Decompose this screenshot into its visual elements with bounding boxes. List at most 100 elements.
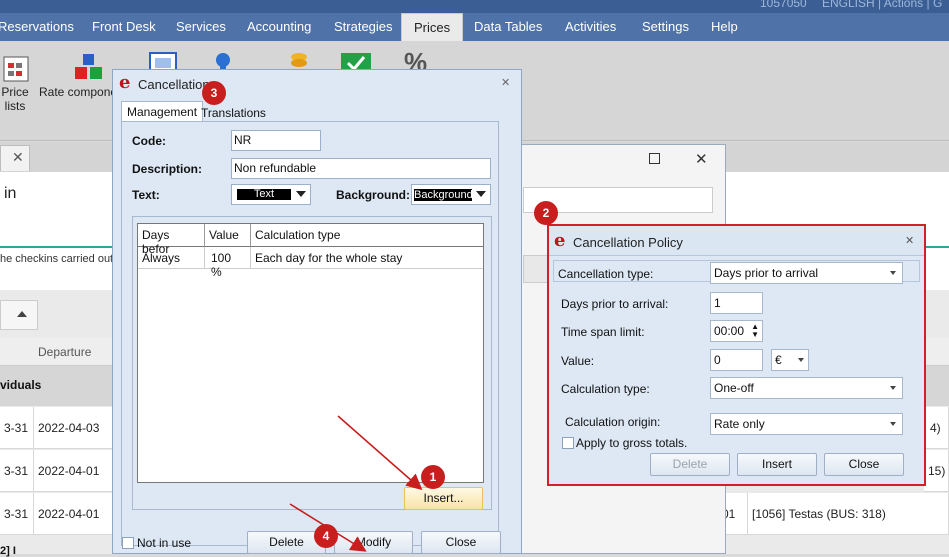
text-color-picker[interactable]: Text xyxy=(231,184,311,205)
menu-reservations[interactable]: Reservations xyxy=(0,13,76,41)
policy-delete-button[interactable]: Delete xyxy=(650,453,730,476)
chevron-down-icon xyxy=(890,422,896,426)
text-color-swatch: Text xyxy=(237,189,291,200)
table-row-arrival[interactable]: 3-31 xyxy=(0,450,34,492)
policy-dialog-title: Cancellation Policy xyxy=(573,235,683,250)
not-in-use-label: Not in use xyxy=(137,536,192,550)
value-field[interactable]: 0 xyxy=(710,349,763,371)
tab-management[interactable]: Management xyxy=(121,101,204,122)
grid-cell-value[interactable]: 100 % xyxy=(205,247,251,279)
table-row-right[interactable]: 4) xyxy=(926,407,949,449)
grid-cell-days[interactable]: Always xyxy=(138,247,205,269)
bottom-left-text: 2] I xyxy=(0,545,16,557)
menu-accounting[interactable]: Accounting xyxy=(245,13,313,41)
description-field[interactable]: Non refundable xyxy=(231,158,491,179)
calc-type-value: One-off xyxy=(714,381,754,395)
grid-header-value[interactable]: Value xyxy=(205,224,251,247)
chevron-down-icon xyxy=(890,271,896,275)
close-button[interactable]: Close xyxy=(421,531,501,554)
days-prior-field[interactable]: 1 xyxy=(710,292,763,314)
calc-origin-label: Calculation origin: xyxy=(565,415,661,429)
scroll-up-button[interactable] xyxy=(0,300,38,330)
top-strip: 1057050 ENGLISH | Actions | G xyxy=(0,0,949,13)
background-color-swatch: Background xyxy=(414,189,472,201)
background-label: Background: xyxy=(336,188,411,202)
close-icon[interactable]: ✕ xyxy=(905,234,914,247)
text-label: Text: xyxy=(132,188,160,202)
policy-insert-button[interactable]: Insert xyxy=(737,453,817,476)
table-row-departure[interactable]: 2022-04-01 xyxy=(34,450,114,492)
value-label: Value: xyxy=(561,354,595,368)
app-logo-icon: e xyxy=(119,72,131,93)
not-in-use-checkbox[interactable] xyxy=(122,537,134,549)
step-badge-2: 2 xyxy=(534,201,558,225)
policy-close-button[interactable]: Close xyxy=(824,453,904,476)
maximize-icon[interactable] xyxy=(649,153,660,164)
grid-header-days[interactable]: Days befor xyxy=(138,224,205,256)
currency-select[interactable]: € xyxy=(771,349,809,371)
page-heading: in xyxy=(4,185,17,202)
description-label: Description: xyxy=(132,162,203,176)
step-badge-1: 1 xyxy=(421,465,445,489)
code-field[interactable]: NR xyxy=(231,130,321,151)
table-row-arrival[interactable]: 3-31 xyxy=(0,407,34,449)
modify-button[interactable]: Modify xyxy=(334,531,413,554)
menu-services[interactable]: Services xyxy=(174,13,228,41)
top-strip-right-text: ENGLISH | Actions | G xyxy=(822,0,943,10)
menu-activities[interactable]: Activities xyxy=(563,13,618,41)
calc-origin-select[interactable]: Rate only xyxy=(710,413,903,435)
menu-settings[interactable]: Settings xyxy=(640,13,691,41)
calc-type-select[interactable]: One-off xyxy=(710,377,903,399)
calc-type-label: Calculation type: xyxy=(561,382,650,396)
price-lists-button[interactable]: Price lists xyxy=(0,85,30,113)
step-badge-4: 4 xyxy=(314,524,338,548)
rate-components-icon xyxy=(75,54,102,79)
apply-gross-label: Apply to gross totals. xyxy=(576,436,688,450)
table-row-right[interactable]: [1056] Testas (BUS: 318) xyxy=(748,493,949,535)
chevron-down-icon xyxy=(296,191,306,197)
days-prior-label: Days prior to arrival: xyxy=(561,297,669,311)
step-badge-3: 3 xyxy=(202,81,226,105)
menu-front-desk[interactable]: Front Desk xyxy=(90,13,158,41)
insert-button[interactable]: Insert... xyxy=(404,487,483,510)
grid-cell-calc-type[interactable]: Each day for the whole stay xyxy=(251,247,483,269)
cancellation-policy-dialog: e Cancellation Policy ✕ Cancellation typ… xyxy=(547,224,926,486)
table-row-arrival[interactable]: 3-31 xyxy=(0,493,34,535)
menu-strategies[interactable]: Strategies xyxy=(332,13,395,41)
close-icon[interactable]: ✕ xyxy=(12,149,24,166)
table-row-departure[interactable]: 2022-04-03 xyxy=(34,407,114,449)
cancellation-dialog-title: Cancellation xyxy=(138,77,210,92)
app-logo-icon: e xyxy=(554,230,566,251)
close-icon[interactable]: ✕ xyxy=(695,150,708,168)
chevron-down-icon xyxy=(476,191,486,197)
code-label: Code: xyxy=(132,134,166,148)
calc-origin-value: Rate only xyxy=(714,417,765,431)
menu-help[interactable]: Help xyxy=(709,13,740,41)
time-span-value: 00:00 xyxy=(714,324,745,338)
group-row-label: viduals xyxy=(0,378,42,392)
cancellation-dialog: e Cancellation ✕ Management Translations… xyxy=(112,69,522,554)
departure-header[interactable]: Departure xyxy=(38,345,91,359)
close-icon[interactable]: ✕ xyxy=(501,76,510,89)
currency-value: € xyxy=(775,353,782,367)
background-color-picker[interactable]: Background xyxy=(411,184,491,205)
arrow-up-icon xyxy=(17,311,27,317)
table-row-right[interactable]: 15) xyxy=(924,450,949,492)
apply-gross-checkbox[interactable] xyxy=(562,437,574,449)
cancellation-type-select[interactable]: Days prior to arrival xyxy=(710,262,903,284)
rate-components-button[interactable]: Rate compone xyxy=(39,85,119,99)
document-tab[interactable]: ✕ xyxy=(0,145,30,171)
top-strip-left-text: 1057050 xyxy=(760,0,807,10)
chevron-down-icon xyxy=(798,358,804,362)
table-row-departure[interactable]: 2022-04-01 xyxy=(34,493,114,535)
grid-header-calc-type[interactable]: Calculation type xyxy=(251,224,483,247)
price-lists-icon xyxy=(3,56,29,82)
cancellation-type-label: Cancellation type: xyxy=(558,267,654,281)
time-span-field[interactable]: 00:00 ▲ ▼ xyxy=(710,320,763,342)
menu-data-tables[interactable]: Data Tables xyxy=(472,13,544,41)
spinner-icon[interactable]: ▲ ▼ xyxy=(751,323,759,339)
chevron-down-icon xyxy=(890,386,896,390)
checkins-text: he checkins carried out xyxy=(0,253,114,265)
time-span-label: Time span limit: xyxy=(561,325,645,339)
menu-prices[interactable]: Prices xyxy=(401,13,464,41)
